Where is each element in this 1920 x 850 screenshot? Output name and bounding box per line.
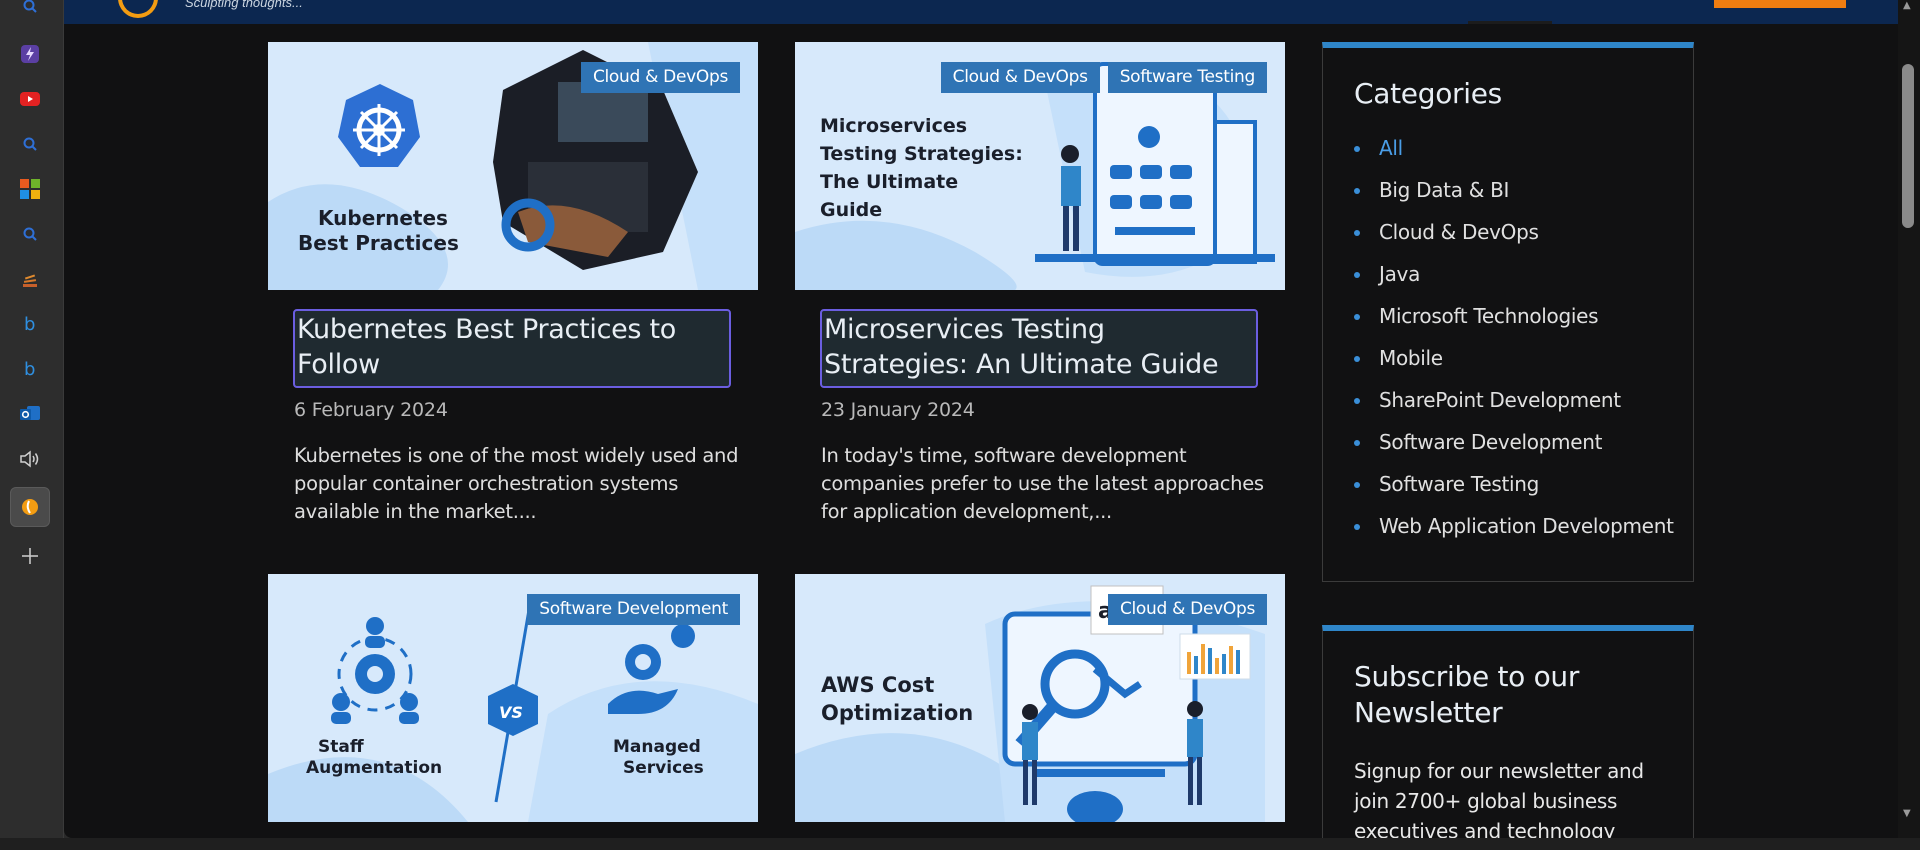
category-item[interactable]: Mobile	[1354, 344, 1693, 386]
post-thumbnail[interactable]: VS Staff Augmentation Managed Services S…	[268, 574, 758, 822]
svg-text:Kubernetes: Kubernetes	[318, 206, 448, 230]
category-tag[interactable]: Cloud & DevOps	[1107, 594, 1267, 625]
post-card: Kubernetes Best Practices Cloud & DevOps…	[268, 42, 758, 526]
widget-title: Subscribe to our Newsletter	[1354, 660, 1580, 729]
svg-text:Managed: Managed	[613, 737, 701, 757]
site-logo[interactable]	[118, 0, 158, 18]
category-tag[interactable]: Software Testing	[1107, 62, 1267, 93]
search-icon[interactable]	[14, 0, 46, 22]
nav-active-indicator	[1468, 21, 1552, 24]
post-tags: Cloud & DevOps Software Testing	[940, 62, 1267, 93]
post-tags: Software Development	[527, 594, 740, 625]
category-tag[interactable]: Cloud & DevOps	[940, 62, 1100, 93]
svg-text:Microservices: Microservices	[820, 115, 967, 137]
widget-title: Categories	[1354, 77, 1502, 110]
newsletter-widget: Subscribe to our Newsletter Signup for o…	[1322, 625, 1694, 838]
post-tags: Cloud & DevOps	[580, 62, 740, 93]
post-tags: Cloud & DevOps	[1107, 594, 1267, 625]
category-item[interactable]: All	[1354, 134, 1693, 176]
post-excerpt: In today's time, software development co…	[821, 444, 1264, 523]
category-item[interactable]: Web Application Development	[1354, 512, 1693, 554]
category-item[interactable]: Software Testing	[1354, 470, 1693, 512]
search-icon[interactable]	[14, 128, 46, 160]
svg-text:Guide: Guide	[820, 199, 882, 221]
category-item[interactable]: Software Development	[1354, 428, 1693, 470]
post-card: VS Staff Augmentation Managed Services S…	[268, 574, 758, 822]
site-header: Sculpting thoughts...	[64, 0, 1898, 24]
scroll-down-icon[interactable]: ▼	[1903, 808, 1911, 819]
scroll-up-icon[interactable]: ▲	[1903, 0, 1911, 11]
svg-text:Optimization: Optimization	[821, 701, 973, 725]
category-item[interactable]: Big Data & BI	[1354, 176, 1693, 218]
window-bottom-edge	[0, 838, 1920, 850]
stack-icon[interactable]	[14, 263, 46, 295]
search-icon[interactable]	[14, 218, 46, 250]
category-item[interactable]: Cloud & DevOps	[1354, 218, 1693, 260]
post-title[interactable]: Kubernetes Best Practices to Follow	[293, 309, 731, 388]
category-item[interactable]: SharePoint Development	[1354, 386, 1693, 428]
site-tagline: Sculpting thoughts...	[185, 0, 303, 10]
post-thumbnail[interactable]: Microservices Testing Strategies: The Ul…	[795, 42, 1285, 290]
newsletter-description: Signup for our newsletter and join 2700+…	[1354, 759, 1644, 838]
post-date: 6 February 2024	[294, 399, 448, 421]
svg-text:Services: Services	[623, 758, 704, 778]
post-excerpt: Kubernetes is one of the most widely use…	[294, 444, 739, 523]
svg-text:Best Practices: Best Practices	[298, 231, 459, 255]
bing-icon[interactable]: b	[14, 308, 46, 340]
post-card: Microservices Testing Strategies: The Ul…	[795, 42, 1285, 526]
site-favicon-icon[interactable]	[10, 487, 50, 527]
speaker-icon[interactable]	[14, 443, 46, 475]
post-thumbnail[interactable]: Kubernetes Best Practices Cloud & DevOps	[268, 42, 758, 290]
svg-text:The Ultimate: The Ultimate	[820, 171, 958, 193]
category-item[interactable]: Java	[1354, 260, 1693, 302]
post-date: 23 January 2024	[821, 399, 975, 421]
svg-text:VS: VS	[499, 703, 523, 722]
post-card: aws AWS Cost Optimization Cloud & DevOps	[795, 574, 1285, 822]
category-tag[interactable]: Software Development	[527, 594, 740, 625]
category-tag[interactable]: Cloud & DevOps	[580, 62, 740, 93]
category-item[interactable]: Microsoft Technologies	[1354, 302, 1693, 344]
post-title[interactable]: Microservices Testing Strategies: An Ult…	[820, 309, 1258, 388]
post-thumbnail[interactable]: aws AWS Cost Optimization Cloud & DevOps	[795, 574, 1285, 822]
categories-widget: Categories All Big Data & BI Cloud & Dev…	[1322, 42, 1694, 582]
page-scrollbar[interactable]: ▲ ▼	[1898, 0, 1920, 838]
svg-text:b: b	[24, 314, 35, 334]
outlook-icon[interactable]	[14, 398, 46, 430]
microsoft-icon[interactable]	[14, 173, 46, 205]
scrollbar-thumb[interactable]	[1902, 64, 1914, 228]
category-list: All Big Data & BI Cloud & DevOps Java Mi…	[1354, 134, 1693, 554]
svg-text:AWS Cost: AWS Cost	[821, 673, 934, 697]
browser-sidebar: b b	[0, 0, 64, 850]
messenger-icon[interactable]	[14, 38, 46, 70]
plus-icon[interactable]	[14, 540, 46, 572]
header-cta-button[interactable]	[1714, 0, 1846, 8]
web-page: Sculpting thoughts... Kubernetes Best Pr…	[64, 0, 1898, 838]
svg-text:Staff: Staff	[318, 737, 364, 757]
svg-text:Testing Strategies:: Testing Strategies:	[820, 143, 1023, 165]
svg-text:b: b	[24, 359, 35, 379]
svg-text:Augmentation: Augmentation	[306, 758, 442, 778]
bing-icon[interactable]: b	[14, 353, 46, 385]
youtube-icon[interactable]	[14, 83, 46, 115]
